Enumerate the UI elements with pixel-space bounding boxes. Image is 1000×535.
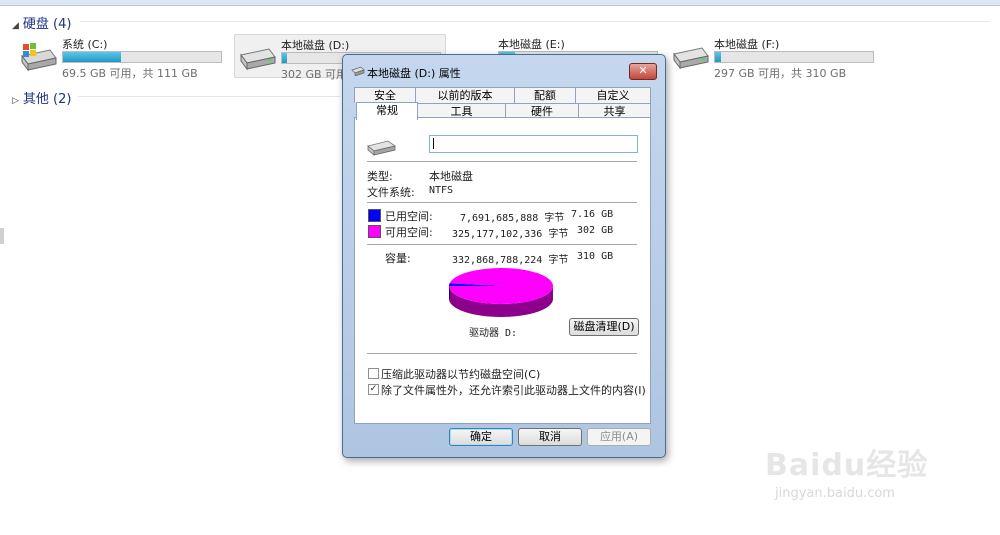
cancel-button[interactable]: 取消 (518, 428, 582, 446)
text-caret (433, 138, 434, 149)
close-button[interactable]: ✕ (629, 63, 657, 80)
windows-drive-icon (21, 43, 57, 72)
splitter-handle[interactable] (0, 228, 4, 244)
index-checkbox[interactable]: ✓ (368, 384, 379, 395)
collapse-triangle-icon[interactable]: ◢ (12, 21, 19, 31)
drive-name: 系统 (C:) (62, 38, 108, 51)
disk-cleanup-button[interactable]: 磁盘清理(D) (569, 318, 639, 336)
capacity-gb: 310 GB (577, 251, 614, 262)
dialog-title: 本地磁盘 (D:) 属性 (367, 67, 461, 80)
free-label: 可用空间: (385, 226, 433, 239)
free-bytes: 325,177,102,336 字节 (452, 229, 569, 240)
usage-fill (63, 52, 122, 62)
drive-name: 本地磁盘 (E:) (498, 38, 565, 51)
toolbar-edge (0, 0, 1000, 6)
watermark-brand: Baidu经验 (765, 448, 929, 483)
usage-fill (715, 52, 722, 62)
drive-name: 本地磁盘 (F:) (714, 38, 780, 51)
watermark-url: jingyan.baidu.com (775, 486, 895, 501)
used-label: 已用空间: (385, 210, 433, 223)
drive-icon (240, 48, 276, 71)
group-header-other[interactable]: ▷ 其他 (2) (12, 88, 71, 107)
compress-checkbox[interactable] (368, 368, 379, 379)
free-gb: 302 GB (577, 225, 614, 236)
group-header-disks[interactable]: ◢ 硬盘 (4) (12, 13, 71, 32)
used-gb: 7.16 GB (571, 209, 614, 220)
separator (367, 244, 637, 245)
drive-free: 69.5 GB 可用，共 111 GB (62, 67, 198, 80)
drive-f[interactable]: 本地磁盘 (F:) 297 GB 可用，共 310 GB (668, 34, 878, 80)
apply-button[interactable]: 应用(A) (587, 428, 651, 446)
tab-security[interactable]: 安全 (354, 87, 416, 103)
used-color-swatch (368, 209, 381, 222)
tab-general[interactable]: 常规 (356, 102, 418, 120)
drive-name: 本地磁盘 (D:) (281, 39, 350, 52)
capacity-bytes: 332,868,788,224 字节 (452, 255, 569, 266)
properties-dialog: 本地磁盘 (D:) 属性 ✕ 安全 以前的版本 配额 自定义 常规 工具 硬件 … (342, 54, 666, 458)
compress-label: 压缩此驱动器以节约磁盘空间(C) (381, 368, 541, 381)
tab-previous-versions[interactable]: 以前的版本 (415, 87, 515, 103)
free-color-swatch (368, 225, 381, 238)
baidu-watermark: Baidu经验 jingyan.baidu.com (765, 440, 929, 501)
drive-free: 297 GB 可用，共 310 GB (714, 67, 847, 80)
separator (367, 202, 637, 203)
volume-label-input[interactable] (429, 135, 638, 153)
group-divider (80, 21, 990, 22)
drive-icon (351, 66, 365, 76)
group-divider (78, 96, 340, 97)
usage-fill (282, 53, 287, 63)
filesystem-label: 文件系统: (367, 186, 415, 199)
drive-icon (367, 140, 396, 156)
filesystem-value: NTFS (429, 185, 454, 196)
tab-customize[interactable]: 自定义 (575, 87, 651, 103)
ok-button[interactable]: 确定 (449, 428, 513, 446)
drive-icon (673, 47, 709, 70)
type-label: 类型: (367, 170, 393, 183)
type-value: 本地磁盘 (429, 170, 473, 183)
index-label: 除了文件属性外，还允许索引此驱动器上文件的内容(I) (381, 384, 646, 397)
used-bytes: 7,691,685,888 字节 (460, 213, 565, 224)
usage-bar (714, 51, 874, 63)
usage-bar (62, 51, 222, 63)
disk-usage-pie (449, 268, 553, 317)
tab-quota[interactable]: 配额 (514, 87, 576, 103)
capacity-label: 容量: (385, 252, 411, 265)
separator (367, 161, 637, 162)
expand-triangle-icon[interactable]: ▷ (12, 96, 19, 106)
separator (367, 353, 637, 354)
drive-c[interactable]: 系统 (C:) 69.5 GB 可用，共 111 GB (16, 34, 222, 80)
drive-letter-label: 驱动器 D: (469, 328, 518, 339)
general-panel: 类型: 本地磁盘 文件系统: NTFS 已用空间: 7,691,685,888 … (354, 117, 651, 424)
